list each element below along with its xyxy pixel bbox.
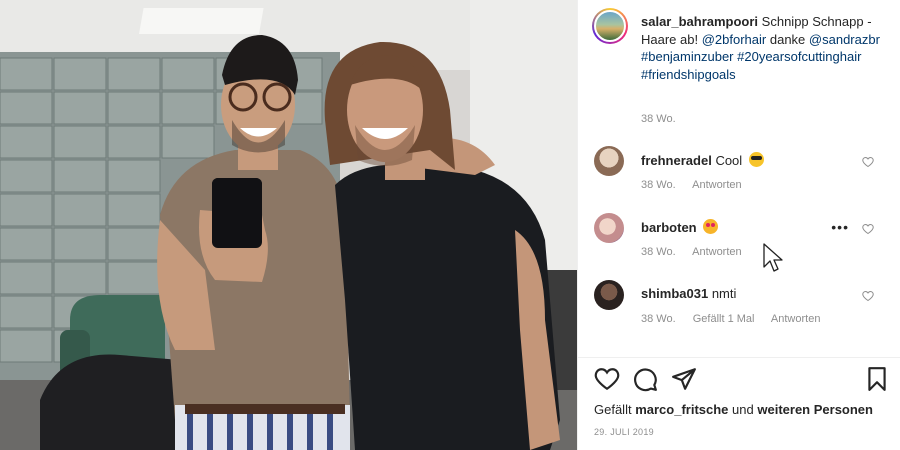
comment-item: frehneradel Cool 38 Wo. Antworten [578,146,900,206]
liker-username[interactable]: marco_fritsche [635,402,728,417]
comment-text: frehneradel Cool [641,152,764,168]
comment-meta: 38 Wo. Antworten [641,179,756,191]
heart-icon[interactable] [862,156,874,168]
mention-link[interactable]: @2bforhair [702,32,767,47]
comment-meta: 38 Wo. Antworten [641,246,756,258]
comment-body: Cool [715,153,743,168]
likes-prefix: Gefällt [594,402,632,417]
comment-text: barboten [641,219,719,235]
reply-link[interactable]: Antworten [771,313,821,325]
comment-icon[interactable] [632,366,658,392]
hashtag-link[interactable]: #friendshipgoals [641,67,736,82]
cool-sunglasses-emoji [748,152,764,167]
post-caption: salar_bahrampoori Schnipp Schnapp - Haar… [641,13,881,83]
comment-item: shimba031 nmti 38 Wo. Gefällt 1 Mal Antw… [578,280,900,340]
share-icon[interactable] [671,366,697,392]
caption-timestamp: 38 Wo. [641,113,676,125]
mention-link[interactable]: @sandrazbr [809,32,880,47]
comment-item: barboten 38 Wo. Antworten ••• [578,213,900,273]
likes-middle: und [732,402,754,417]
caption-text: danke [769,31,806,47]
heart-icon[interactable] [594,366,620,392]
author-username[interactable]: salar_bahrampoori [641,14,758,29]
hashtag-link[interactable]: #benjaminzuber [641,49,734,64]
more-options-icon[interactable]: ••• [831,219,849,235]
commenter-username[interactable]: barboten [641,220,697,235]
hashtag-link[interactable]: #20yearsofcuttinghair [737,49,861,64]
commenter-username[interactable]: shimba031 [641,286,708,301]
comment-timestamp: 38 Wo. [641,246,676,258]
comment-body: nmti [711,286,737,301]
bookmark-icon[interactable] [864,366,890,392]
comment-timestamp: 38 Wo. [641,313,676,325]
action-bar [578,366,900,396]
post-sidebar: salar_bahrampoori Schnipp Schnapp - Haar… [577,0,900,450]
heart-eyes-emoji [703,219,719,234]
reply-link[interactable]: Antworten [692,179,742,191]
post-photo[interactable] [0,0,577,450]
likes-summary: Gefällt marco_fritsche und weiteren Pers… [594,402,873,417]
author-avatar[interactable] [592,8,628,44]
photo-illustration [0,0,577,450]
heart-icon[interactable] [862,290,874,302]
comment-text: shimba031 nmti [641,286,736,301]
heart-icon[interactable] [862,223,874,235]
likes-others-link[interactable]: weiteren Personen [757,402,873,417]
comment-timestamp: 38 Wo. [641,179,676,191]
comment-likes[interactable]: Gefällt 1 Mal [693,313,755,325]
mouse-cursor-icon [763,243,783,272]
divider [578,357,900,358]
reply-link[interactable]: Antworten [692,246,742,258]
commenter-avatar[interactable] [594,213,624,243]
comment-meta: 38 Wo. Gefällt 1 Mal Antworten [641,313,834,325]
commenter-username[interactable]: frehneradel [641,153,712,168]
commenter-avatar[interactable] [594,146,624,176]
post-date: 29. JULI 2019 [594,427,654,437]
commenter-avatar[interactable] [594,280,624,310]
